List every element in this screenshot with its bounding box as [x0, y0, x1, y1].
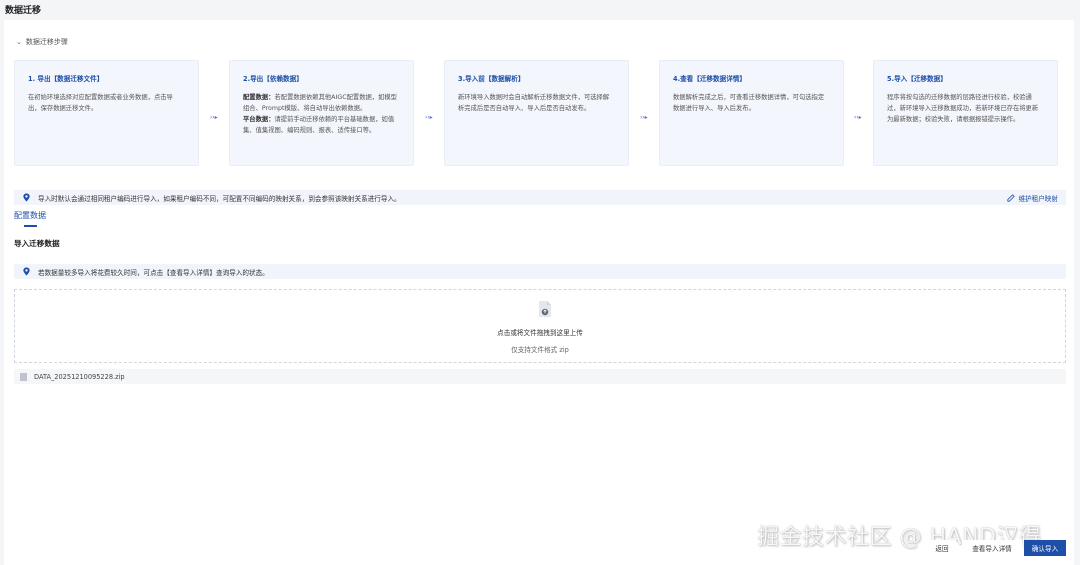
import-info-bar: 若数据量较多导入将花费较久时间，可点击【查看导入详情】查询导入的状态。 — [14, 264, 1066, 279]
step-body-label: 配置数据： — [243, 94, 275, 101]
step-title: 2.导出【依赖数据】 — [243, 75, 303, 83]
step-title: 1. 导出【数据迁移文件】 — [28, 75, 104, 83]
steps-collapse-toggle[interactable]: ⌄ 数据迁移步骤 — [16, 37, 68, 47]
edit-icon — [1007, 194, 1016, 202]
location-pin-icon — [23, 193, 30, 202]
step-card-5: 5.导入【迁移数据】 程序将按勾选的迁移数据的层路径进行校验，校验通过，新环境导… — [873, 60, 1058, 166]
arrow-right-icon: › › ▸ — [640, 114, 648, 121]
file-upload-dropzone[interactable]: 点击或将文件拖拽到这里上传 仅支持文件格式 zip — [14, 289, 1066, 363]
tab-config-data[interactable]: 配置数据 — [14, 210, 46, 221]
uploaded-file-name: DATA_20251210095228.zip — [34, 372, 125, 381]
step-title: 5.导入【迁移数据】 — [887, 75, 947, 83]
section-title: 导入迁移数据 — [14, 239, 60, 248]
arrow-right-icon: › › ▸ — [425, 114, 433, 121]
step-body-label: 平台数据： — [243, 116, 275, 123]
step-title: 3.导入前【数据解析】 — [458, 75, 525, 83]
location-pin-icon — [23, 267, 30, 276]
back-button[interactable]: 返回 — [928, 540, 956, 556]
arrow-right-icon: › › ▸ — [854, 114, 862, 121]
confirm-import-button[interactable]: 确认导入 — [1024, 540, 1066, 556]
steps-row: 1. 导出【数据迁移文件】 在初始环境选择对应配置数据或者业务数据，点击导出，保… — [14, 60, 1059, 170]
step-title: 4.查看【迁移数据详情】 — [673, 75, 747, 83]
step-card-1: 1. 导出【数据迁移文件】 在初始环境选择对应配置数据或者业务数据，点击导出，保… — [14, 60, 199, 166]
view-import-detail-button[interactable]: 查看导入详情 — [962, 540, 1022, 556]
maintain-tenant-mapping-label: 维护租户映射 — [1018, 195, 1058, 203]
steps-collapse-label: 数据迁移步骤 — [25, 38, 68, 46]
chevron-down-icon: ⌄ — [16, 38, 22, 46]
upload-file-icon — [539, 301, 551, 317]
page-title: 数据迁移 — [5, 6, 42, 16]
step-body: 程序将按勾选的迁移数据的层路径进行校验，校验通过，新环境导入迁移数据成功，若新环… — [887, 94, 1039, 123]
file-icon — [20, 372, 27, 381]
step-body: 新环境导入数据时会自动解析迁移数据文件，可选择解析完成后是否自动导入、导入后是否… — [458, 94, 610, 112]
tenant-info-text: 导入时默认会通过相同租户编码进行导入，如果租户编码不同，可配置不同编码的映射关系… — [38, 194, 401, 203]
step-body: 在初始环境选择对应配置数据或者业务数据，点击导出，保存数据迁移文件。 — [28, 94, 173, 112]
step-body: 配置数据：若配置数据依赖其他AIGC配置数据，如模型组合、Prompt模版、将自… — [243, 92, 400, 136]
tab-active-indicator — [24, 225, 37, 227]
step-body: 数据解析完成之后，可查看迁移数据详情，可勾选指定数据进行导入、导入后发布。 — [673, 94, 825, 112]
step-card-4: 4.查看【迁移数据详情】 数据解析完成之后，可查看迁移数据详情，可勾选指定数据进… — [659, 60, 844, 166]
maintain-tenant-mapping-link[interactable]: 维护租户映射 — [1007, 193, 1058, 203]
step-card-3: 3.导入前【数据解析】 新环境导入数据时会自动解析迁移数据文件，可选择解析完成后… — [444, 60, 629, 166]
upload-main-text: 点击或将文件拖拽到这里上传 — [497, 329, 583, 337]
step-card-2: 2.导出【依赖数据】 配置数据：若配置数据依赖其他AIGC配置数据，如模型组合、… — [229, 60, 414, 166]
arrow-right-icon: › › ▸ — [210, 114, 218, 121]
tenant-info-bar: 导入时默认会通过相同租户编码进行导入，如果租户编码不同，可配置不同编码的映射关系… — [14, 190, 1066, 205]
upload-hint-text: 仅支持文件格式 zip — [511, 346, 569, 354]
import-info-text: 若数据量较多导入将花费较久时间，可点击【查看导入详情】查询导入的状态。 — [38, 268, 269, 277]
main-card: ⌄ 数据迁移步骤 1. 导出【数据迁移文件】 在初始环境选择对应配置数据或者业务… — [4, 20, 1074, 565]
uploaded-file-item[interactable]: DATA_20251210095228.zip — [14, 369, 1066, 384]
